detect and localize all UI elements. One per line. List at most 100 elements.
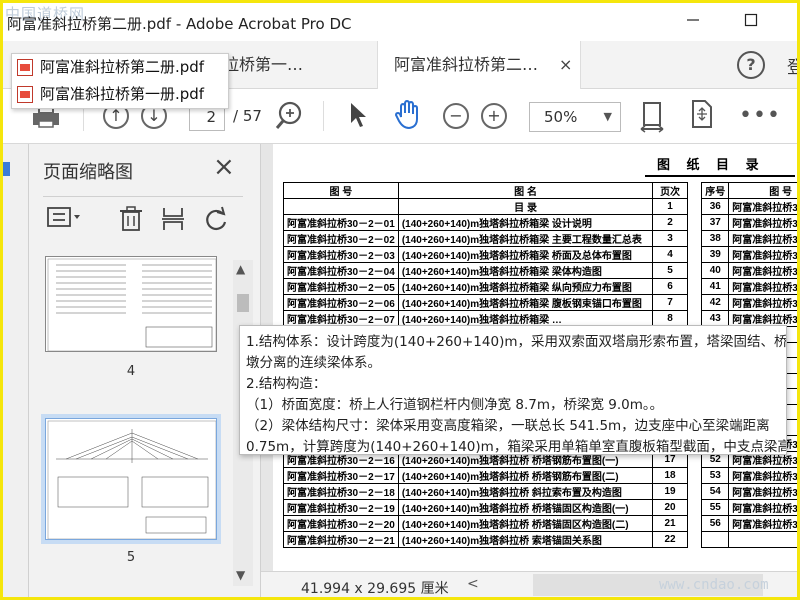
minimize-icon[interactable] bbox=[673, 9, 713, 35]
scroll-up-icon[interactable]: ▲ bbox=[236, 262, 245, 276]
page-thumbnail[interactable] bbox=[45, 256, 217, 352]
recent-file-name: 阿富准斜拉桥第二册.pdf bbox=[40, 58, 205, 76]
recent-file-item[interactable]: 阿富准斜拉桥第二册.pdf bbox=[12, 54, 228, 81]
cell-number: 38 bbox=[701, 230, 730, 247]
cell-drawing-code: 阿富准斜拉桥30－2－ bbox=[728, 466, 797, 484]
zoom-select[interactable]: 50% ▼ bbox=[529, 102, 621, 132]
rail-indicator[interactable] bbox=[3, 162, 10, 176]
left-navigation-rail bbox=[3, 144, 29, 597]
zoom-value: 50% bbox=[544, 108, 578, 126]
pdf-file-icon bbox=[17, 86, 33, 103]
cell-number: 41 bbox=[701, 278, 730, 295]
cell-page: 21 bbox=[652, 514, 688, 532]
column-gap bbox=[687, 499, 701, 515]
cell-drawing-name: (140+260+140)m独塔斜拉桥 斜拉索布置及构造图 bbox=[397, 482, 654, 500]
rotate-page-icon[interactable] bbox=[689, 99, 715, 136]
cell-number: 36 bbox=[701, 198, 730, 215]
cell-drawing-name: (140+260+140)m独塔斜拉桥 桥塔锚固区构造图(二) bbox=[397, 514, 654, 532]
cell-drawing-name: (140+260+140)m独塔斜拉桥箱梁 设计说明 bbox=[397, 214, 654, 231]
select-pointer-icon[interactable] bbox=[347, 101, 369, 134]
cell-page: 6 bbox=[652, 278, 688, 295]
table-row: 阿富准斜拉桥30－2－03 (140+260+140)m独塔斜拉桥箱梁 桥面及总体… bbox=[283, 246, 797, 263]
cell-number: 37 bbox=[701, 214, 730, 231]
column-header: 图 号 bbox=[728, 182, 797, 199]
cell-drawing-name: (140+260+140)m独塔斜拉桥 索塔锚固关系图 bbox=[397, 530, 654, 548]
extract-pages-icon[interactable] bbox=[161, 206, 185, 237]
scroll-down-icon[interactable]: ▼ bbox=[236, 568, 245, 582]
cell-drawing-code: 阿富准斜拉桥30－2－ bbox=[728, 498, 797, 516]
maximize-icon[interactable] bbox=[731, 9, 771, 35]
cell-drawing-code: 阿富准斜拉桥30－2－ bbox=[728, 246, 797, 263]
cell-drawing-code: 阿富准斜拉桥30－2－05 bbox=[283, 278, 399, 295]
recent-file-name: 阿富准斜拉桥第一册.pdf bbox=[40, 85, 205, 103]
cell-drawing-code: 阿富准斜拉桥30－2－21 bbox=[283, 530, 399, 548]
cell-page: 4 bbox=[652, 246, 688, 263]
text-popup: 1.结构体系：设计跨度为(140+260+140)m，采用双索面双塔扇形索布置，… bbox=[239, 325, 787, 455]
zoom-out-icon[interactable]: − bbox=[443, 103, 469, 129]
table-row: 阿富准斜拉桥30－2－04 (140+260+140)m独塔斜拉桥箱梁 梁体构造图… bbox=[283, 262, 797, 279]
popup-line: 墩分离的连续梁体系。 bbox=[246, 355, 381, 371]
cell-number bbox=[701, 530, 730, 548]
tab-label: 阿富准斜拉桥第二… bbox=[394, 55, 539, 74]
recent-files-menu: 阿富准斜拉桥第二册.pdf 阿富准斜拉桥第一册.pdf bbox=[11, 53, 229, 109]
hand-tool-icon[interactable] bbox=[393, 99, 423, 136]
column-gap bbox=[687, 247, 701, 263]
column-header: 序号 bbox=[701, 182, 730, 199]
recent-file-item[interactable]: 阿富准斜拉桥第一册.pdf bbox=[12, 81, 228, 108]
more-options-icon[interactable]: ••• bbox=[739, 103, 781, 128]
scroll-left-icon[interactable]: < bbox=[467, 576, 479, 592]
rotate-icon[interactable] bbox=[203, 206, 229, 237]
signin-button[interactable]: 登 bbox=[787, 53, 797, 78]
page-dimensions: 41.994 x 29.695 厘米 bbox=[301, 581, 449, 597]
help-icon[interactable]: ? bbox=[737, 51, 765, 79]
column-gap bbox=[687, 483, 701, 499]
document-heading: 图 纸 目 录 bbox=[657, 158, 765, 173]
column-gap bbox=[687, 183, 701, 199]
thumbnail-options-icon[interactable] bbox=[47, 206, 83, 233]
watermark-text: www.cndao.com bbox=[659, 577, 769, 593]
popup-line: （1）桥面宽度：桥上人行道钢栏杆内侧净宽 8.7m，桥梁宽 9.0m。。 bbox=[246, 397, 664, 413]
column-gap bbox=[687, 263, 701, 279]
cell-drawing-code: 阿富准斜拉桥30－2－ bbox=[728, 198, 797, 215]
fit-page-icon[interactable] bbox=[639, 99, 665, 138]
column-header: 页次 bbox=[652, 182, 688, 199]
zoom-in-icon[interactable]: + bbox=[481, 103, 507, 129]
page-thumbnail-selected[interactable] bbox=[41, 414, 221, 544]
tab-close-icon[interactable]: × bbox=[559, 41, 572, 89]
chevron-down-icon: ▼ bbox=[603, 110, 612, 123]
tab-label: 拉桥第一… bbox=[223, 55, 304, 74]
cell-drawing-code: 阿富准斜拉桥30－2－06 bbox=[283, 294, 399, 311]
cell-page: 18 bbox=[652, 466, 688, 484]
popup-line: （2）梁体结构尺寸：梁体采用变高度箱梁，一联总长 541.5m，边支座中心至梁端… bbox=[246, 418, 770, 434]
tab-document-2[interactable]: 阿富准斜拉桥第二… bbox=[377, 41, 581, 89]
column-gap bbox=[687, 531, 701, 547]
close-icon[interactable]: × bbox=[213, 152, 235, 182]
delete-icon[interactable] bbox=[119, 206, 143, 237]
table-row: 阿富准斜拉桥30－2－05 (140+260+140)m独塔斜拉桥箱梁 纵向预应力… bbox=[283, 278, 797, 295]
table-row: 阿富准斜拉桥30－2－17 (140+260+140)m独塔斜拉桥 桥塔钢筋布置图… bbox=[283, 466, 797, 484]
table-header-row: 图 号 图 名 页次 序号 图 号 bbox=[283, 182, 797, 199]
cell-page: 7 bbox=[652, 294, 688, 311]
find-zoom-icon[interactable] bbox=[275, 101, 303, 136]
column-gap bbox=[687, 295, 701, 311]
app-window: 中国道桥网 阿富准斜拉桥第二册.pdf - Adobe Acrobat Pro … bbox=[0, 0, 800, 600]
column-gap bbox=[687, 279, 701, 295]
column-gap bbox=[687, 467, 701, 483]
cell-drawing-code: 阿富准斜拉桥30－2－02 bbox=[283, 230, 399, 247]
cell-page: 1 bbox=[652, 198, 688, 215]
cell-number: 55 bbox=[701, 498, 730, 516]
cell-drawing-code: 阿富准斜拉桥30－2－ bbox=[728, 230, 797, 247]
cell-drawing-code bbox=[728, 530, 797, 548]
cell-page: 3 bbox=[652, 230, 688, 247]
cell-number: 54 bbox=[701, 482, 730, 500]
page-total: / 57 bbox=[233, 107, 262, 125]
tab-document-1[interactable]: 拉桥第一… bbox=[223, 41, 333, 89]
cell-drawing-code: 阿富准斜拉桥30－2－ bbox=[728, 278, 797, 295]
scrollbar-thumb[interactable] bbox=[237, 294, 249, 312]
popup-line: 0.75m，计算跨度为(140+260+140)m，箱梁采用单箱单室直腹板箱型截… bbox=[246, 439, 787, 455]
cell-drawing-code: 阿富准斜拉桥30－2－ bbox=[728, 514, 797, 532]
table-row: 阿富准斜拉桥30－2－02 (140+260+140)m独塔斜拉桥箱梁 主要工程数… bbox=[283, 230, 797, 247]
cell-page: 20 bbox=[652, 498, 688, 516]
cell-drawing-code: 阿富准斜拉桥30－2－ bbox=[728, 482, 797, 500]
cell-page: 5 bbox=[652, 262, 688, 279]
